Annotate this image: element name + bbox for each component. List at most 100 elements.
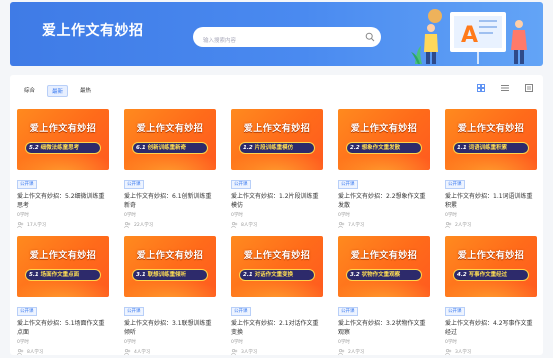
grid-view-icon[interactable] — [477, 84, 485, 92]
course-card[interactable]: 爱上作文有妙招 1.1 词语训练重积累公开课爱上作文有妙招：1.1词语训练重积累 0… — [445, 109, 537, 228]
course-thumbnail[interactable]: 爱上作文有妙招 6.1 创新训练重新奇 — [124, 109, 216, 170]
lesson-number: 1.1 — [457, 145, 467, 151]
thumbnail-subtitle: 1.2 片段训练重模仿 — [243, 143, 315, 153]
filter-newest[interactable]: 最新 — [47, 85, 69, 97]
lesson-topic: 状物作文重观察 — [361, 272, 401, 278]
header-banner: 爱上作文有妙招 A — [10, 2, 543, 66]
course-tag: 公开课 — [17, 307, 37, 316]
filter-comprehensive[interactable]: 综合 — [20, 85, 39, 97]
course-card[interactable]: 爱上作文有妙招 3.1 联想训练重倾听 公开课 爱上作文有妙招：3.1联想训练重倾听 0… — [124, 236, 216, 355]
learner-count-text: 3人学习 — [455, 350, 472, 355]
learner-count-text: 17人学习 — [27, 223, 47, 228]
lesson-number: 3.2 — [350, 272, 360, 278]
course-panel: 综合 最新 最热 爱上作文有妙招 5.2 细微法练童思考 公开课 爱上作文有妙招：5.… — [10, 75, 543, 355]
users-icon — [17, 222, 24, 228]
course-thumbnail[interactable]: 爱上作文有妙招 4.2 写事作文重经过 — [445, 236, 537, 297]
course-tag: 公开课 — [338, 307, 358, 316]
course-thumbnail[interactable]: 爱上作文有妙招 1.2 片段训练重模仿 — [231, 109, 323, 170]
course-hours: 0学时 — [17, 213, 29, 218]
thumbnail-title: 爱上作文有妙招 — [457, 124, 525, 134]
course-tag: 公开课 — [231, 180, 251, 189]
thumbnail-title: 爱上作文有妙招 — [243, 251, 311, 261]
course-title[interactable]: 爱上作文有妙招：5.2细微训练重思考 — [17, 192, 109, 210]
learner-count-text: 7人学习 — [348, 223, 365, 228]
course-title[interactable]: 爱上作文有妙招：3.2状物作文重观察 — [338, 319, 430, 337]
learner-count: 8人学习 — [231, 222, 323, 228]
course-title[interactable]: 爱上作文有妙招：2.1对话作文重变换 — [231, 319, 323, 337]
users-icon — [338, 349, 345, 355]
learner-count: 4人学习 — [124, 349, 216, 355]
lesson-number: 2.1 — [243, 272, 253, 278]
course-hours: 0学时 — [231, 213, 243, 218]
learner-count-text: 3人学习 — [241, 350, 258, 355]
detail-view-icon[interactable] — [525, 84, 533, 92]
course-card[interactable]: 爱上作文有妙招 3.2 状物作文重观察公开课爱上作文有妙招：3.2状物作文重观察 0… — [338, 236, 430, 355]
course-title[interactable]: 爱上作文有妙招：1.2片段训练重模仿 — [231, 192, 323, 210]
course-thumbnail[interactable]: 爱上作文有妙招 3.2 状物作文重观察 — [338, 236, 430, 297]
learner-count: 3人学习 — [231, 349, 323, 355]
board-letter-icon: A — [461, 23, 478, 48]
users-icon — [231, 222, 238, 228]
users-icon — [17, 349, 24, 355]
thumbnail-title: 爱上作文有妙招 — [136, 251, 204, 261]
course-title[interactable]: 爱上作文有妙招：1.1词语训练重积累 — [445, 192, 537, 210]
lesson-topic: 对话作文重变换 — [254, 272, 294, 278]
thumbnail-subtitle: 3.2 状物作文重观察 — [350, 270, 422, 280]
course-thumbnail[interactable]: 爱上作文有妙招 1.1 词语训练重积累 — [445, 109, 537, 170]
thumbnail-subtitle: 3.1 联想训练重倾听 — [136, 270, 208, 280]
thumbnail-subtitle: 1.1 词语训练重积累 — [457, 143, 529, 153]
course-thumbnail[interactable]: 爱上作文有妙招 3.1 联想训练重倾听 — [124, 236, 216, 297]
learner-count-text: 2人学习 — [348, 350, 365, 355]
users-icon — [124, 349, 131, 355]
search-icon[interactable] — [365, 32, 375, 42]
course-title[interactable]: 爱上作文有妙招：2.2想象作文重发散 — [338, 192, 430, 210]
course-thumbnail[interactable]: 爱上作文有妙招 5.1 场面作文重点面 — [17, 236, 109, 297]
learner-count: 17人学习 — [17, 222, 109, 228]
course-hours: 0学时 — [17, 340, 29, 345]
course-card[interactable]: 爱上作文有妙招 2.1 对话作文重变换 公开课 爱上作文有妙招：2.1对话作文重变换 0… — [231, 236, 323, 355]
lesson-number: 5.2 — [29, 145, 39, 151]
lesson-number: 6.1 — [136, 145, 146, 151]
search-input[interactable] — [193, 31, 353, 51]
course-card[interactable]: 爱上作文有妙招 6.1 创新训练重新奇 公开课 爱上作文有妙招：6.1创新训练重新奇 0… — [124, 109, 216, 228]
course-tag: 公开课 — [445, 180, 465, 189]
learner-count: 3人学习 — [445, 349, 537, 355]
learner-count: 2人学习 — [445, 222, 537, 228]
course-card[interactable]: 爱上作文有妙招 2.2 想象作文重发散 公开课 爱上作文有妙招：2.2想象作文重发散 0… — [338, 109, 430, 228]
learner-count-text: 4人学习 — [134, 350, 151, 355]
thumbnail-title: 爱上作文有妙招 — [136, 124, 204, 134]
thumbnail-subtitle: 5.1 场面作文重点面 — [29, 270, 101, 280]
course-tag: 公开课 — [124, 180, 144, 189]
course-hours: 0学时 — [124, 340, 136, 345]
course-title[interactable]: 爱上作文有妙招：4.2写事作文重经过 — [445, 319, 537, 337]
list-view-icon[interactable] — [501, 84, 509, 92]
course-hours: 0学时 — [445, 213, 457, 218]
course-thumbnail[interactable]: 爱上作文有妙招 5.2 细微法练童思考 — [17, 109, 109, 170]
lesson-number: 4.2 — [457, 272, 467, 278]
users-icon — [445, 222, 452, 228]
course-hours: 0学时 — [338, 340, 350, 345]
lesson-topic: 片段训练重模仿 — [254, 145, 294, 151]
course-card[interactable]: 爱上作文有妙招 5.2 细微法练童思考 公开课 爱上作文有妙招：5.2细微训练重思考 0… — [17, 109, 109, 228]
thumbnail-title: 爱上作文有妙招 — [243, 124, 311, 134]
course-title[interactable]: 爱上作文有妙招：5.1场面作文重点面 — [17, 319, 109, 337]
lesson-topic: 场面作文重点面 — [40, 272, 80, 278]
course-title[interactable]: 爱上作文有妙招：6.1创新训练重新奇 — [124, 192, 216, 210]
course-thumbnail[interactable]: 爱上作文有妙招 2.1 对话作文重变换 — [231, 236, 323, 297]
search-box[interactable] — [193, 27, 381, 51]
view-toggle — [477, 84, 533, 92]
course-card[interactable]: 爱上作文有妙招 1.2 片段训练重模仿公开课爱上作文有妙招：1.2片段训练重模仿 0… — [231, 109, 323, 228]
lesson-topic: 想象作文重发散 — [361, 145, 401, 151]
filter-hottest[interactable]: 最热 — [76, 85, 95, 97]
learner-count-text: 8人学习 — [27, 350, 44, 355]
course-card[interactable]: 爱上作文有妙招 4.2 写事作文重经过 公开课 爱上作文有妙招：4.2写事作文重经过 0… — [445, 236, 537, 355]
course-card[interactable]: 爱上作文有妙招 5.1 场面作文重点面公开课爱上作文有妙招：5.1场面作文重点面 0… — [17, 236, 109, 355]
filter-tabs: 综合 最新 最热 — [20, 85, 95, 97]
users-icon — [231, 349, 238, 355]
thumbnail-title: 爱上作文有妙招 — [29, 251, 97, 261]
learner-count-text: 8人学习 — [241, 223, 258, 228]
course-title[interactable]: 爱上作文有妙招：3.1联想训练重倾听 — [124, 319, 216, 337]
thumbnail-subtitle: 2.1 对话作文重变换 — [243, 270, 315, 280]
course-thumbnail[interactable]: 爱上作文有妙招 2.2 想象作文重发散 — [338, 109, 430, 170]
course-hours: 0学时 — [124, 213, 136, 218]
